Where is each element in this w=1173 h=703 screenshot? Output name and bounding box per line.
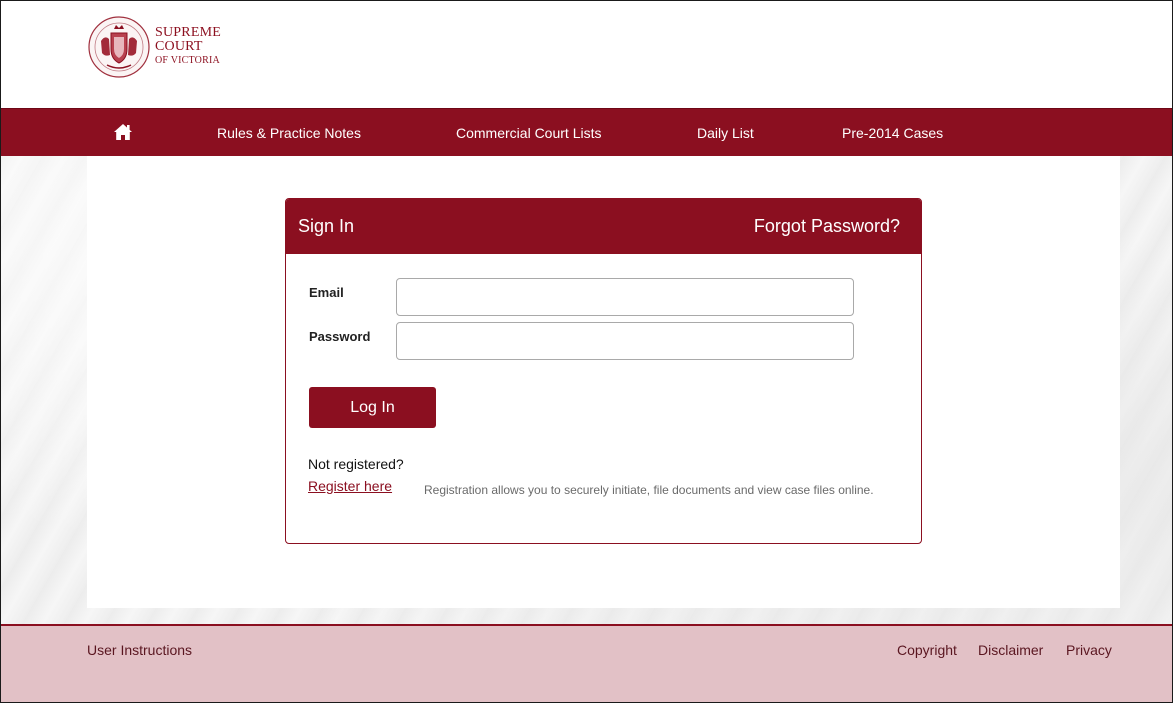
page-frame: SUPREME COURT OF VICTORIA Rules & Practi…	[0, 0, 1173, 703]
sign-in-card: Sign In Forgot Password? Email Password …	[285, 198, 922, 544]
forgot-password-link[interactable]: Forgot Password?	[754, 216, 900, 237]
disclaimer-link[interactable]: Disclaimer	[978, 642, 1043, 658]
nav-commercial-court-lists[interactable]: Commercial Court Lists	[456, 109, 601, 157]
email-label: Email	[309, 285, 344, 300]
nav-pre-2014-cases[interactable]: Pre-2014 Cases	[842, 109, 943, 157]
logo-line-1: SUPREME	[155, 25, 221, 40]
nav-rules-practice-notes[interactable]: Rules & Practice Notes	[217, 109, 361, 157]
sign-in-title: Sign In	[298, 216, 355, 236]
logo-line-2: COURT	[155, 39, 203, 54]
email-field[interactable]	[396, 278, 854, 316]
sign-in-header: Sign In Forgot Password?	[286, 199, 921, 254]
privacy-link[interactable]: Privacy	[1066, 642, 1112, 658]
main-nav: Rules & Practice Notes Commercial Court …	[1, 108, 1172, 157]
site-header: SUPREME COURT OF VICTORIA	[1, 1, 1172, 108]
court-seal-icon	[88, 16, 150, 78]
copyright-link[interactable]: Copyright	[897, 642, 957, 658]
login-button[interactable]: Log In	[309, 387, 436, 428]
court-logo[interactable]: SUPREME COURT OF VICTORIA	[87, 15, 221, 79]
home-icon[interactable]	[113, 123, 133, 141]
site-footer: User Instructions Copyright Disclaimer P…	[1, 624, 1172, 702]
not-registered-text: Not registered?	[308, 456, 404, 472]
register-link[interactable]: Register here	[308, 478, 392, 494]
user-instructions-link[interactable]: User Instructions	[87, 642, 192, 658]
registration-note: Registration allows you to securely init…	[424, 483, 874, 497]
password-label: Password	[309, 329, 371, 344]
logo-line-3: OF VICTORIA	[155, 55, 220, 66]
court-name: SUPREME COURT OF VICTORIA	[155, 26, 221, 68]
nav-daily-list[interactable]: Daily List	[697, 109, 754, 157]
password-field[interactable]	[396, 322, 854, 360]
